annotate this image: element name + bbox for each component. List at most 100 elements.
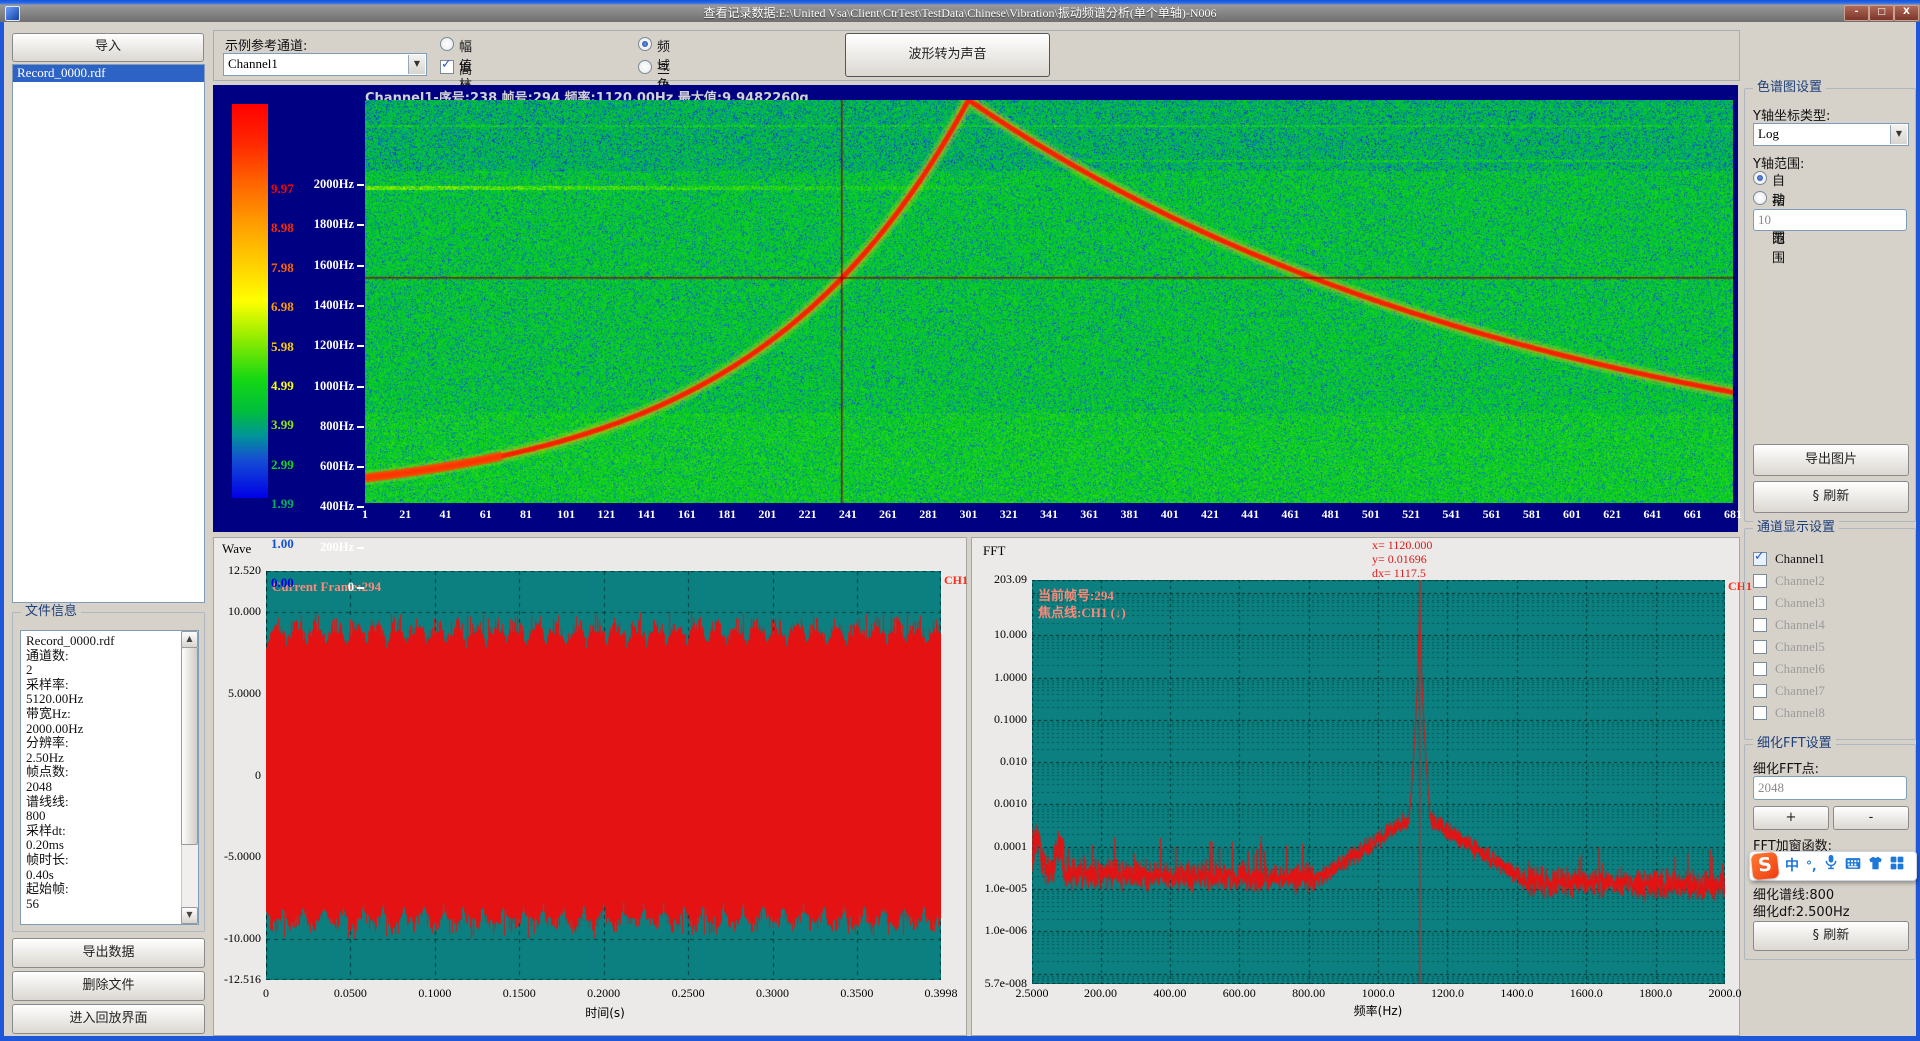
channel-label: Channel5 — [1775, 639, 1825, 655]
scroll-down-arrow-icon[interactable]: ▼ — [181, 907, 198, 924]
channel-checkbox[interactable] — [1753, 618, 1767, 632]
scroll-up-arrow-icon[interactable]: ▲ — [181, 631, 198, 648]
spectrogram-x-tick: 1 — [345, 507, 385, 522]
fixed-range-radio[interactable] — [1753, 191, 1767, 205]
channel-toggle-channel5[interactable]: Channel5 — [1753, 639, 1903, 657]
channel-toggle-channel3[interactable]: Channel3 — [1753, 595, 1903, 613]
soft-keyboard-icon[interactable] — [1845, 853, 1861, 879]
fft-cursor-dx-readout: dx= 1117.5 — [1372, 566, 1426, 581]
sogou-logo-icon[interactable]: S — [1751, 852, 1780, 881]
file-list-item-selected[interactable]: Record_0000.rdf — [13, 65, 204, 82]
delete-file-label: 删除文件 — [82, 972, 134, 999]
auto-range-radio[interactable] — [1753, 171, 1767, 185]
microphone-icon[interactable] — [1824, 853, 1838, 879]
chinese-mode-icon[interactable]: 中 — [1785, 853, 1799, 879]
channel-checkbox[interactable] — [1753, 574, 1767, 588]
maximize-icon: □ — [1877, 7, 1886, 17]
toolbox-icon[interactable] — [1890, 853, 1904, 879]
file-info-line: 56 — [26, 897, 198, 912]
chevron-down-icon[interactable]: ▼ — [1890, 125, 1907, 144]
wave-y-tick: -10.000 — [200, 931, 261, 946]
fft-y-tick: 10.000 — [952, 627, 1027, 642]
channel-toggle-channel8[interactable]: Channel8 — [1753, 705, 1903, 723]
colorbar-tick-label: 1.00 — [271, 536, 294, 552]
fft-y-tick: 0.1000 — [952, 712, 1027, 727]
close-button[interactable]: X — [1894, 5, 1919, 21]
channel-checkbox[interactable] — [1753, 706, 1767, 720]
spectrogram-y-tick: 1000Hz — [296, 379, 354, 394]
range-value-input[interactable] — [1753, 209, 1907, 231]
spectrogram-x-tick: 461 — [1270, 507, 1310, 522]
scrollbar-thumb[interactable] — [181, 647, 198, 845]
fft-x-tick: 2000.0 — [1698, 986, 1752, 1001]
spectrogram-x-tick: 421 — [1190, 507, 1230, 522]
import-button[interactable]: 导入 — [12, 33, 204, 62]
channel-checkbox[interactable] — [1753, 662, 1767, 676]
channel-toggle-channel2[interactable]: Channel2 — [1753, 573, 1903, 591]
advanced-analysis-checkbox[interactable]: ✓ — [440, 60, 454, 74]
tick-mark — [357, 265, 364, 267]
channel-display-title: 通道显示设置 — [1753, 520, 1839, 536]
channel-checkbox[interactable] — [1753, 596, 1767, 610]
fft-y-tick: 0.010 — [952, 754, 1027, 769]
wave-plot[interactable] — [266, 571, 941, 980]
fft-points-input[interactable] — [1753, 776, 1907, 800]
wave-y-tick: 10.000 — [200, 604, 261, 619]
spectrogram-x-tick: 181 — [707, 507, 747, 522]
delete-file-button[interactable]: 删除文件 — [12, 971, 205, 1001]
fft-x-tick: 1200.0 — [1420, 986, 1474, 1001]
waterfall-3d-radio[interactable] — [638, 60, 652, 74]
file-info-line: 通道数: — [26, 649, 198, 664]
wave-y-tick: 12.520 — [200, 563, 261, 578]
spectrogram-plot[interactable] — [365, 100, 1733, 503]
yaxis-type-select[interactable]: Log ▼ — [1753, 123, 1909, 146]
fft-x-tick: 400.00 — [1143, 986, 1197, 1001]
file-listbox[interactable]: Record_0000.rdf — [12, 64, 205, 603]
spectrogram-y-tick: 1800Hz — [296, 217, 354, 232]
spectrogram-y-tick: 200Hz — [296, 540, 354, 555]
channel-toggle-channel4[interactable]: Channel4 — [1753, 617, 1903, 635]
fft-points-plus-button[interactable]: + — [1753, 806, 1829, 830]
reference-channel-label: 示例参考通道: — [225, 35, 307, 54]
file-info-line: 带宽Hz: — [26, 707, 198, 722]
export-image-button[interactable]: 导出图片 — [1753, 444, 1909, 476]
channel-toggle-channel7[interactable]: Channel7 — [1753, 683, 1903, 701]
amplitude-bar-radio[interactable] — [440, 37, 454, 51]
colorbar-tick-label: 7.98 — [271, 260, 294, 276]
file-info-line: 5120.00Hz — [26, 692, 198, 707]
ime-toolbar[interactable]: S 中 °, — [1749, 851, 1917, 881]
fft-points-minus-button[interactable]: - — [1833, 806, 1909, 830]
export-data-button[interactable]: 导出数据 — [12, 938, 205, 968]
fft-plot[interactable] — [1032, 580, 1725, 984]
frequency-colormap-radio[interactable] — [638, 37, 652, 51]
wave-x-tick: 0.1500 — [494, 986, 544, 1001]
channel-toggle-channel1[interactable]: ✓Channel1 — [1753, 551, 1903, 569]
reference-channel-select[interactable]: Channel1 ▼ — [223, 53, 427, 76]
fft-xaxis-title: 频率(Hz) — [1333, 1002, 1423, 1019]
file-info-scrollbar[interactable]: ▲ ▼ — [181, 631, 198, 924]
punctuation-icon[interactable]: °, — [1806, 853, 1817, 879]
channel-checkbox[interactable] — [1753, 684, 1767, 698]
wave-to-sound-button[interactable]: 波形转为声音 — [845, 33, 1050, 77]
colorbar-tick-label: 5.98 — [271, 339, 294, 355]
spectrogram-x-tick: 521 — [1391, 507, 1431, 522]
tick-mark — [357, 587, 364, 589]
channel-checkbox[interactable] — [1753, 640, 1767, 654]
chevron-down-icon[interactable]: ▼ — [408, 55, 425, 74]
plus-icon: + — [1786, 807, 1797, 828]
colormap-refresh-button[interactable]: § 刷新 — [1753, 481, 1909, 513]
window-border-right — [1916, 22, 1920, 1041]
fft-x-tick: 1800.0 — [1629, 986, 1683, 1001]
maximize-button[interactable]: □ — [1869, 5, 1894, 21]
channel-toggle-channel6[interactable]: Channel6 — [1753, 661, 1903, 679]
minimize-button[interactable]: - — [1844, 5, 1869, 21]
fft-refresh-button[interactable]: § 刷新 — [1753, 921, 1909, 951]
title-bar[interactable]: 查看记录数据:E:\United Vsa\Client\CtrTest\Test… — [0, 0, 1920, 22]
fft-x-tick: 1400.0 — [1490, 986, 1544, 1001]
channel-checkbox[interactable]: ✓ — [1753, 552, 1767, 566]
skin-icon[interactable] — [1868, 853, 1883, 879]
spectrogram-x-tick: 121 — [586, 507, 626, 522]
file-info-line: 帧点数: — [26, 765, 198, 780]
enter-playback-button[interactable]: 进入回放界面 — [12, 1004, 205, 1034]
wave-x-tick: 0.2500 — [663, 986, 713, 1001]
